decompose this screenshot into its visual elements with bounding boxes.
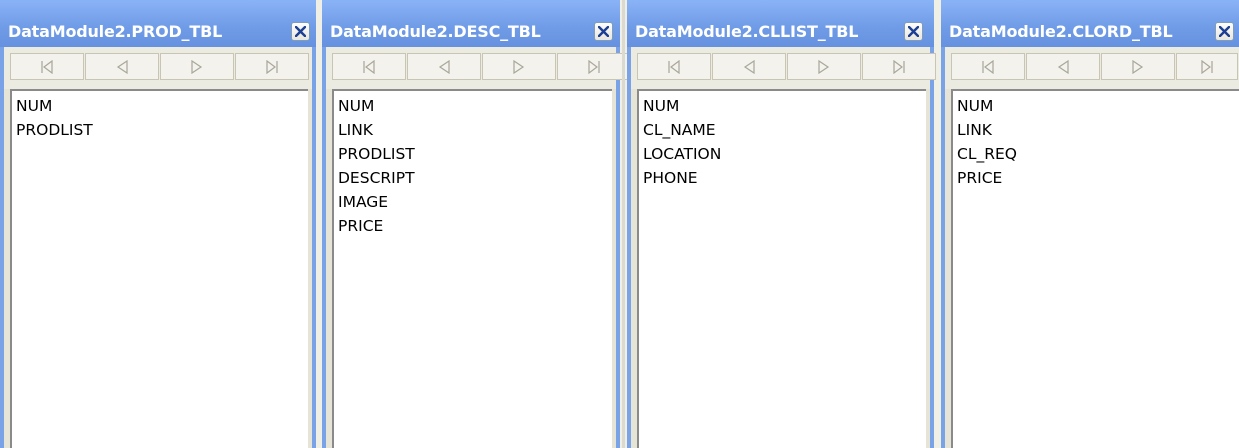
prior-record-button[interactable]: [1026, 53, 1100, 80]
table-window-prod-tbl: DataModule2.PROD_TBL NUM PRODLIST: [0, 0, 316, 448]
close-x-icon: [598, 26, 609, 37]
first-record-icon: [668, 59, 680, 74]
next-record-icon: [513, 59, 525, 74]
first-record-icon: [982, 59, 994, 74]
table-window-body: DataModule2.CLORD_TBL NUM LINK CL_REQ PR…: [941, 0, 1239, 448]
next-record-button[interactable]: [482, 53, 556, 80]
prior-record-button[interactable]: [407, 53, 481, 80]
next-record-button[interactable]: [1101, 53, 1175, 80]
field-list[interactable]: NUM CL_NAME LOCATION PHONE: [637, 89, 926, 448]
list-item[interactable]: LINK: [953, 118, 1239, 142]
list-item[interactable]: PRODLIST: [12, 118, 308, 142]
last-record-button[interactable]: [862, 53, 936, 80]
first-record-button[interactable]: [10, 53, 84, 80]
last-record-button[interactable]: [1176, 53, 1238, 80]
list-item[interactable]: LINK: [334, 118, 612, 142]
list-item[interactable]: NUM: [639, 94, 926, 118]
prior-record-icon: [116, 59, 128, 74]
first-record-button[interactable]: [332, 53, 406, 80]
next-record-icon: [1132, 59, 1144, 74]
last-record-icon: [588, 59, 600, 74]
next-record-icon: [818, 59, 830, 74]
first-record-icon: [41, 59, 53, 74]
first-record-button[interactable]: [951, 53, 1025, 80]
navigator-bar: [326, 47, 631, 89]
field-list[interactable]: NUM PRODLIST: [10, 89, 308, 448]
navigator-bar: [945, 47, 1239, 89]
list-item[interactable]: PRICE: [334, 214, 612, 238]
next-record-button[interactable]: [160, 53, 234, 80]
list-item[interactable]: DESCRIPT: [334, 166, 612, 190]
next-record-icon: [191, 59, 203, 74]
list-item[interactable]: LOCATION: [639, 142, 926, 166]
last-record-icon: [266, 59, 278, 74]
splitter[interactable]: [622, 0, 625, 448]
table-window-body: DataModule2.DESC_TBL NUM LINK PRODLIST D…: [322, 0, 631, 448]
field-list[interactable]: NUM LINK CL_REQ PRICE: [951, 89, 1239, 448]
list-item[interactable]: NUM: [12, 94, 308, 118]
list-item[interactable]: CL_NAME: [639, 118, 926, 142]
window-title: DataModule2.CLLIST_TBL: [635, 22, 859, 41]
last-record-button[interactable]: [557, 53, 631, 80]
table-window-body: DataModule2.CLLIST_TBL NUM CL_NAME LOCAT…: [627, 0, 936, 448]
list-item[interactable]: NUM: [953, 94, 1239, 118]
list-item[interactable]: CL_REQ: [953, 142, 1239, 166]
list-item[interactable]: PHONE: [639, 166, 926, 190]
prior-record-icon: [743, 59, 755, 74]
prior-record-icon: [438, 59, 450, 74]
table-window-cllist-tbl: DataModule2.CLLIST_TBL NUM CL_NAME LOCAT…: [627, 0, 936, 448]
close-button[interactable]: [1215, 22, 1234, 41]
first-record-icon: [363, 59, 375, 74]
last-record-icon: [893, 59, 905, 74]
list-item[interactable]: IMAGE: [334, 190, 612, 214]
table-window-desc-tbl: DataModule2.DESC_TBL NUM LINK PRODLIST D…: [322, 0, 631, 448]
first-record-button[interactable]: [637, 53, 711, 80]
close-button[interactable]: [904, 22, 923, 41]
next-record-button[interactable]: [787, 53, 861, 80]
close-x-icon: [1219, 26, 1230, 37]
table-window-body: DataModule2.PROD_TBL NUM PRODLIST: [0, 0, 316, 448]
last-record-button[interactable]: [235, 53, 309, 80]
list-item[interactable]: PRODLIST: [334, 142, 612, 166]
window-title: DataModule2.PROD_TBL: [8, 22, 223, 41]
window-title: DataModule2.DESC_TBL: [330, 22, 541, 41]
close-x-icon: [908, 26, 919, 37]
title-bar[interactable]: DataModule2.DESC_TBL: [322, 0, 620, 47]
title-bar[interactable]: DataModule2.PROD_TBL: [0, 0, 316, 47]
list-item[interactable]: PRICE: [953, 166, 1239, 190]
navigator-bar: [631, 47, 936, 89]
list-item[interactable]: NUM: [334, 94, 612, 118]
window-title: DataModule2.CLORD_TBL: [949, 22, 1173, 41]
field-list[interactable]: NUM LINK PRODLIST DESCRIPT IMAGE PRICE: [332, 89, 612, 448]
prior-record-icon: [1057, 59, 1069, 74]
navigator-bar: [4, 47, 312, 89]
close-x-icon: [295, 26, 306, 37]
title-bar[interactable]: DataModule2.CLLIST_TBL: [627, 0, 934, 47]
close-button[interactable]: [291, 22, 310, 41]
prior-record-button[interactable]: [712, 53, 786, 80]
title-bar[interactable]: DataModule2.CLORD_TBL: [941, 0, 1239, 47]
last-record-icon: [1201, 59, 1213, 74]
table-window-clord-tbl: DataModule2.CLORD_TBL NUM LINK CL_REQ PR…: [941, 0, 1239, 448]
close-button[interactable]: [594, 22, 613, 41]
prior-record-button[interactable]: [85, 53, 159, 80]
